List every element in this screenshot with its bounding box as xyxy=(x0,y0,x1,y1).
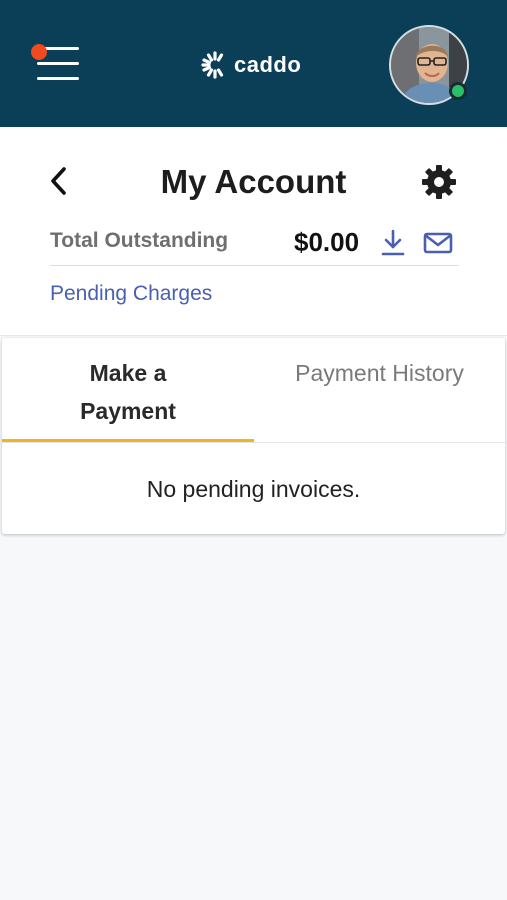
logo-text: caddo xyxy=(234,52,302,77)
divider xyxy=(50,265,459,266)
account-header: My Account Total Outstanding $0.00 Pendi… xyxy=(0,127,507,336)
tab-divider xyxy=(2,442,505,443)
pending-charges-link[interactable]: Pending Charges xyxy=(50,282,212,306)
tab-make-a-payment[interactable]: Make a Payment xyxy=(2,338,254,442)
tab-label: Payment History xyxy=(295,360,464,386)
download-icon xyxy=(381,229,405,256)
total-outstanding-amount: $0.00 xyxy=(294,227,360,257)
online-status-dot xyxy=(449,82,467,100)
download-statement-button[interactable] xyxy=(381,229,405,257)
menu-icon-line xyxy=(37,62,79,65)
email-statement-button[interactable] xyxy=(423,231,453,255)
tab-label: Make a Payment xyxy=(80,360,176,424)
mail-icon xyxy=(423,232,453,254)
menu-button[interactable] xyxy=(30,42,80,84)
payment-tabs-card: Make a Payment Payment History No pendin… xyxy=(2,338,505,534)
top-app-bar: caddo xyxy=(0,0,507,127)
tab-payment-history[interactable]: Payment History xyxy=(254,338,505,442)
empty-state-message: No pending invoices. xyxy=(146,476,361,502)
total-outstanding-label: Total Outstanding xyxy=(50,229,229,252)
settings-button[interactable] xyxy=(419,162,459,202)
caddo-logo: caddo xyxy=(200,48,301,82)
gear-icon xyxy=(422,165,456,199)
menu-icon-line xyxy=(37,77,79,80)
notification-dot xyxy=(31,44,47,60)
caddo-logo-icon xyxy=(201,51,224,79)
